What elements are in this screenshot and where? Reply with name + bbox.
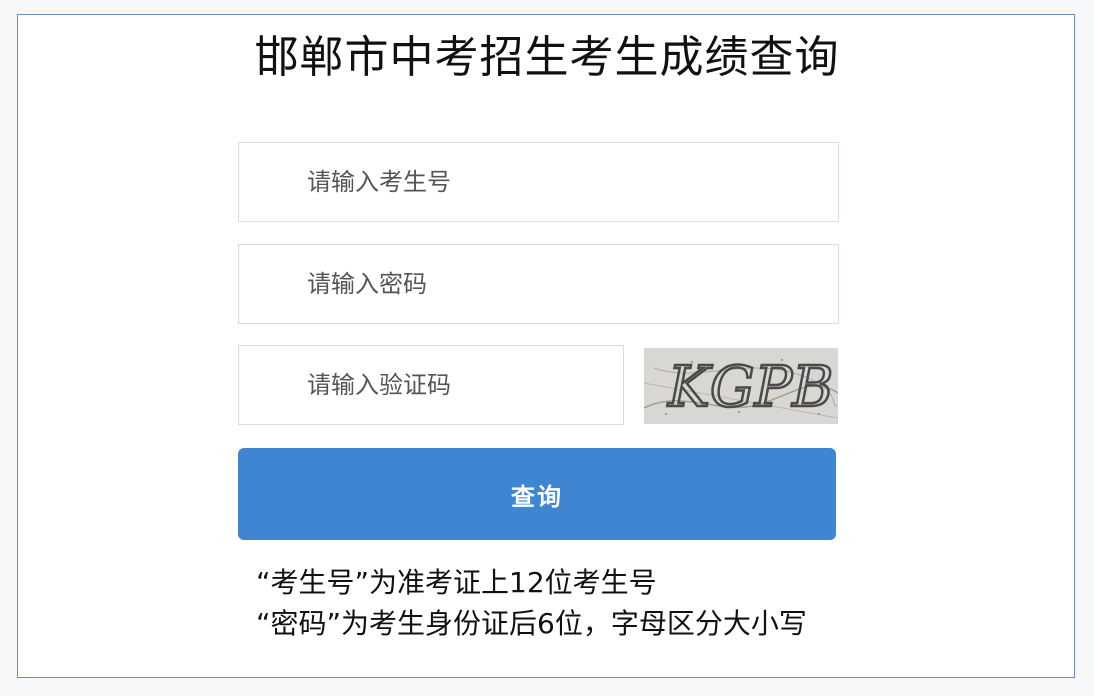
query-button[interactable]: 查询 [238,448,836,540]
captcha-text: KGPB [667,355,833,420]
page-title: 邯郸市中考招生考生成绩查询 [254,32,840,83]
note-exam-number: “考生号”为准考证上12位考生号 [256,566,657,599]
captcha-image[interactable]: KGPB [644,348,838,424]
note-password: “密码”为考生身份证后6位，字母区分大小写 [256,607,807,640]
exam-number-input[interactable] [238,142,839,222]
password-input[interactable] [238,244,839,324]
captcha-graphic: KGPB [644,348,838,424]
captcha-input[interactable] [238,345,624,425]
